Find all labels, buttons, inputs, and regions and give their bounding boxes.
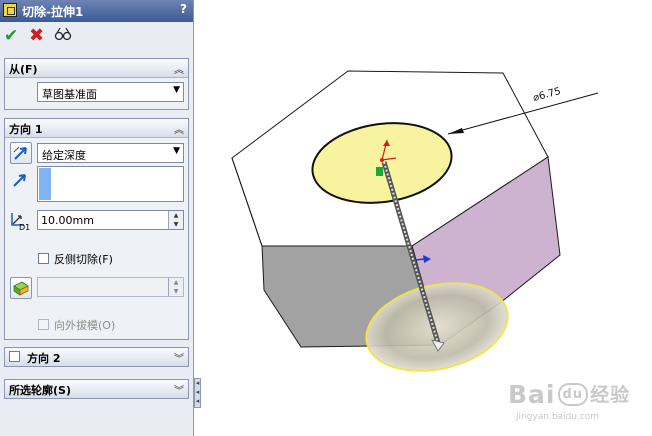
collapse-chevron-icon[interactable]: ︽ [174,121,184,136]
draft-outward-label: 向外拔模(O) [54,319,116,332]
property-manager: 切除-拉伸1 ? ✔ ✖ 从(F) ︽ 草图基准面 ▼ 方向 1 ︽ 给定深度 … [0,0,194,436]
from-section-title: 从(F) [9,63,38,76]
action-bar: ✔ ✖ [0,22,193,50]
baidu-watermark: Bai du 经验 jingyan.baidu.com [508,380,631,422]
direction-reference-field[interactable] [37,166,184,202]
from-section-header[interactable]: 从(F) ︽ [5,59,188,78]
normal-direction-line [414,258,426,261]
direction-vector-icon [13,174,26,187]
direction2-section-header[interactable]: 方向 2 ︾ [5,348,188,366]
detailed-preview-icon[interactable] [54,27,72,41]
from-condition-select[interactable]: 草图基准面 ▼ [37,82,184,102]
dropdown-arrow-icon[interactable]: ▼ [173,146,180,156]
depth-input[interactable]: 10.00mm ▲ ▼ [37,210,184,230]
selected-contours-header[interactable]: 所选轮廓(S) ︾ [5,380,188,398]
from-section: 从(F) ︽ 草图基准面 ▼ [4,58,189,110]
graphics-viewport[interactable]: ⌀6.75 [196,0,652,436]
watermark-url: jingyan.baidu.com [516,412,600,422]
selected-contours-section[interactable]: 所选轮廓(S) ︾ [4,379,189,399]
diameter-dimension-label[interactable]: ⌀6.75 [532,86,562,104]
flip-side-cut-checkbox[interactable] [38,253,49,264]
reverse-direction-button[interactable] [10,142,32,164]
panel-title-bar: 切除-拉伸1 ? [0,0,193,22]
watermark-suffix: 经验 [590,384,631,406]
triad-origin [380,158,384,162]
depth-value: 10.00mm [41,214,94,227]
watermark-paw-badge: du [557,383,589,406]
draft-outward-checkbox[interactable] [38,319,49,330]
draft-angle-input[interactable]: ▲ ▼ [37,277,184,297]
end-condition-value: 给定深度 [42,149,86,162]
dropdown-arrow-icon[interactable]: ▼ [173,85,180,95]
panel-title: 切除-拉伸1 [22,5,84,19]
draft-icon [13,281,29,296]
depth-icon-label: D1 [19,223,31,232]
end-condition-select[interactable]: 给定深度 ▼ [37,143,184,163]
direction1-section: 方向 1 ︽ 给定深度 ▼ D1 10.00mm ▲ ▼ 反侧切除(F) ▲ ▼… [4,118,189,340]
draft-toggle-button[interactable] [10,277,32,299]
direction1-section-title: 方向 1 [9,123,43,136]
extrude-cut-icon [3,3,17,17]
help-button[interactable]: ? [180,2,187,16]
reverse-direction-icon [13,146,27,160]
flip-side-cut-label: 反侧切除(F) [54,253,113,266]
depth-spinner[interactable]: ▲ ▼ [168,211,183,229]
collapse-chevron-icon[interactable]: ︽ [174,61,184,76]
draft-angle-spinner[interactable]: ▲ ▼ [168,278,183,296]
triad-z-marker [376,167,383,176]
expand-chevron-icon[interactable]: ︾ [174,350,184,365]
selection-highlight [39,168,51,200]
watermark-main: Bai [508,380,556,409]
expand-chevron-icon[interactable]: ︾ [174,382,184,397]
from-condition-value: 草图基准面 [42,88,97,101]
direction2-section-title: 方向 2 [27,352,61,365]
selected-contours-title: 所选轮廓(S) [9,384,71,397]
ok-button[interactable]: ✔ [4,26,18,46]
direction2-section[interactable]: 方向 2 ︾ [4,347,189,367]
direction2-checkbox[interactable] [9,351,20,362]
cancel-button[interactable]: ✖ [29,25,44,46]
direction1-section-header[interactable]: 方向 1 ︽ [5,119,188,138]
